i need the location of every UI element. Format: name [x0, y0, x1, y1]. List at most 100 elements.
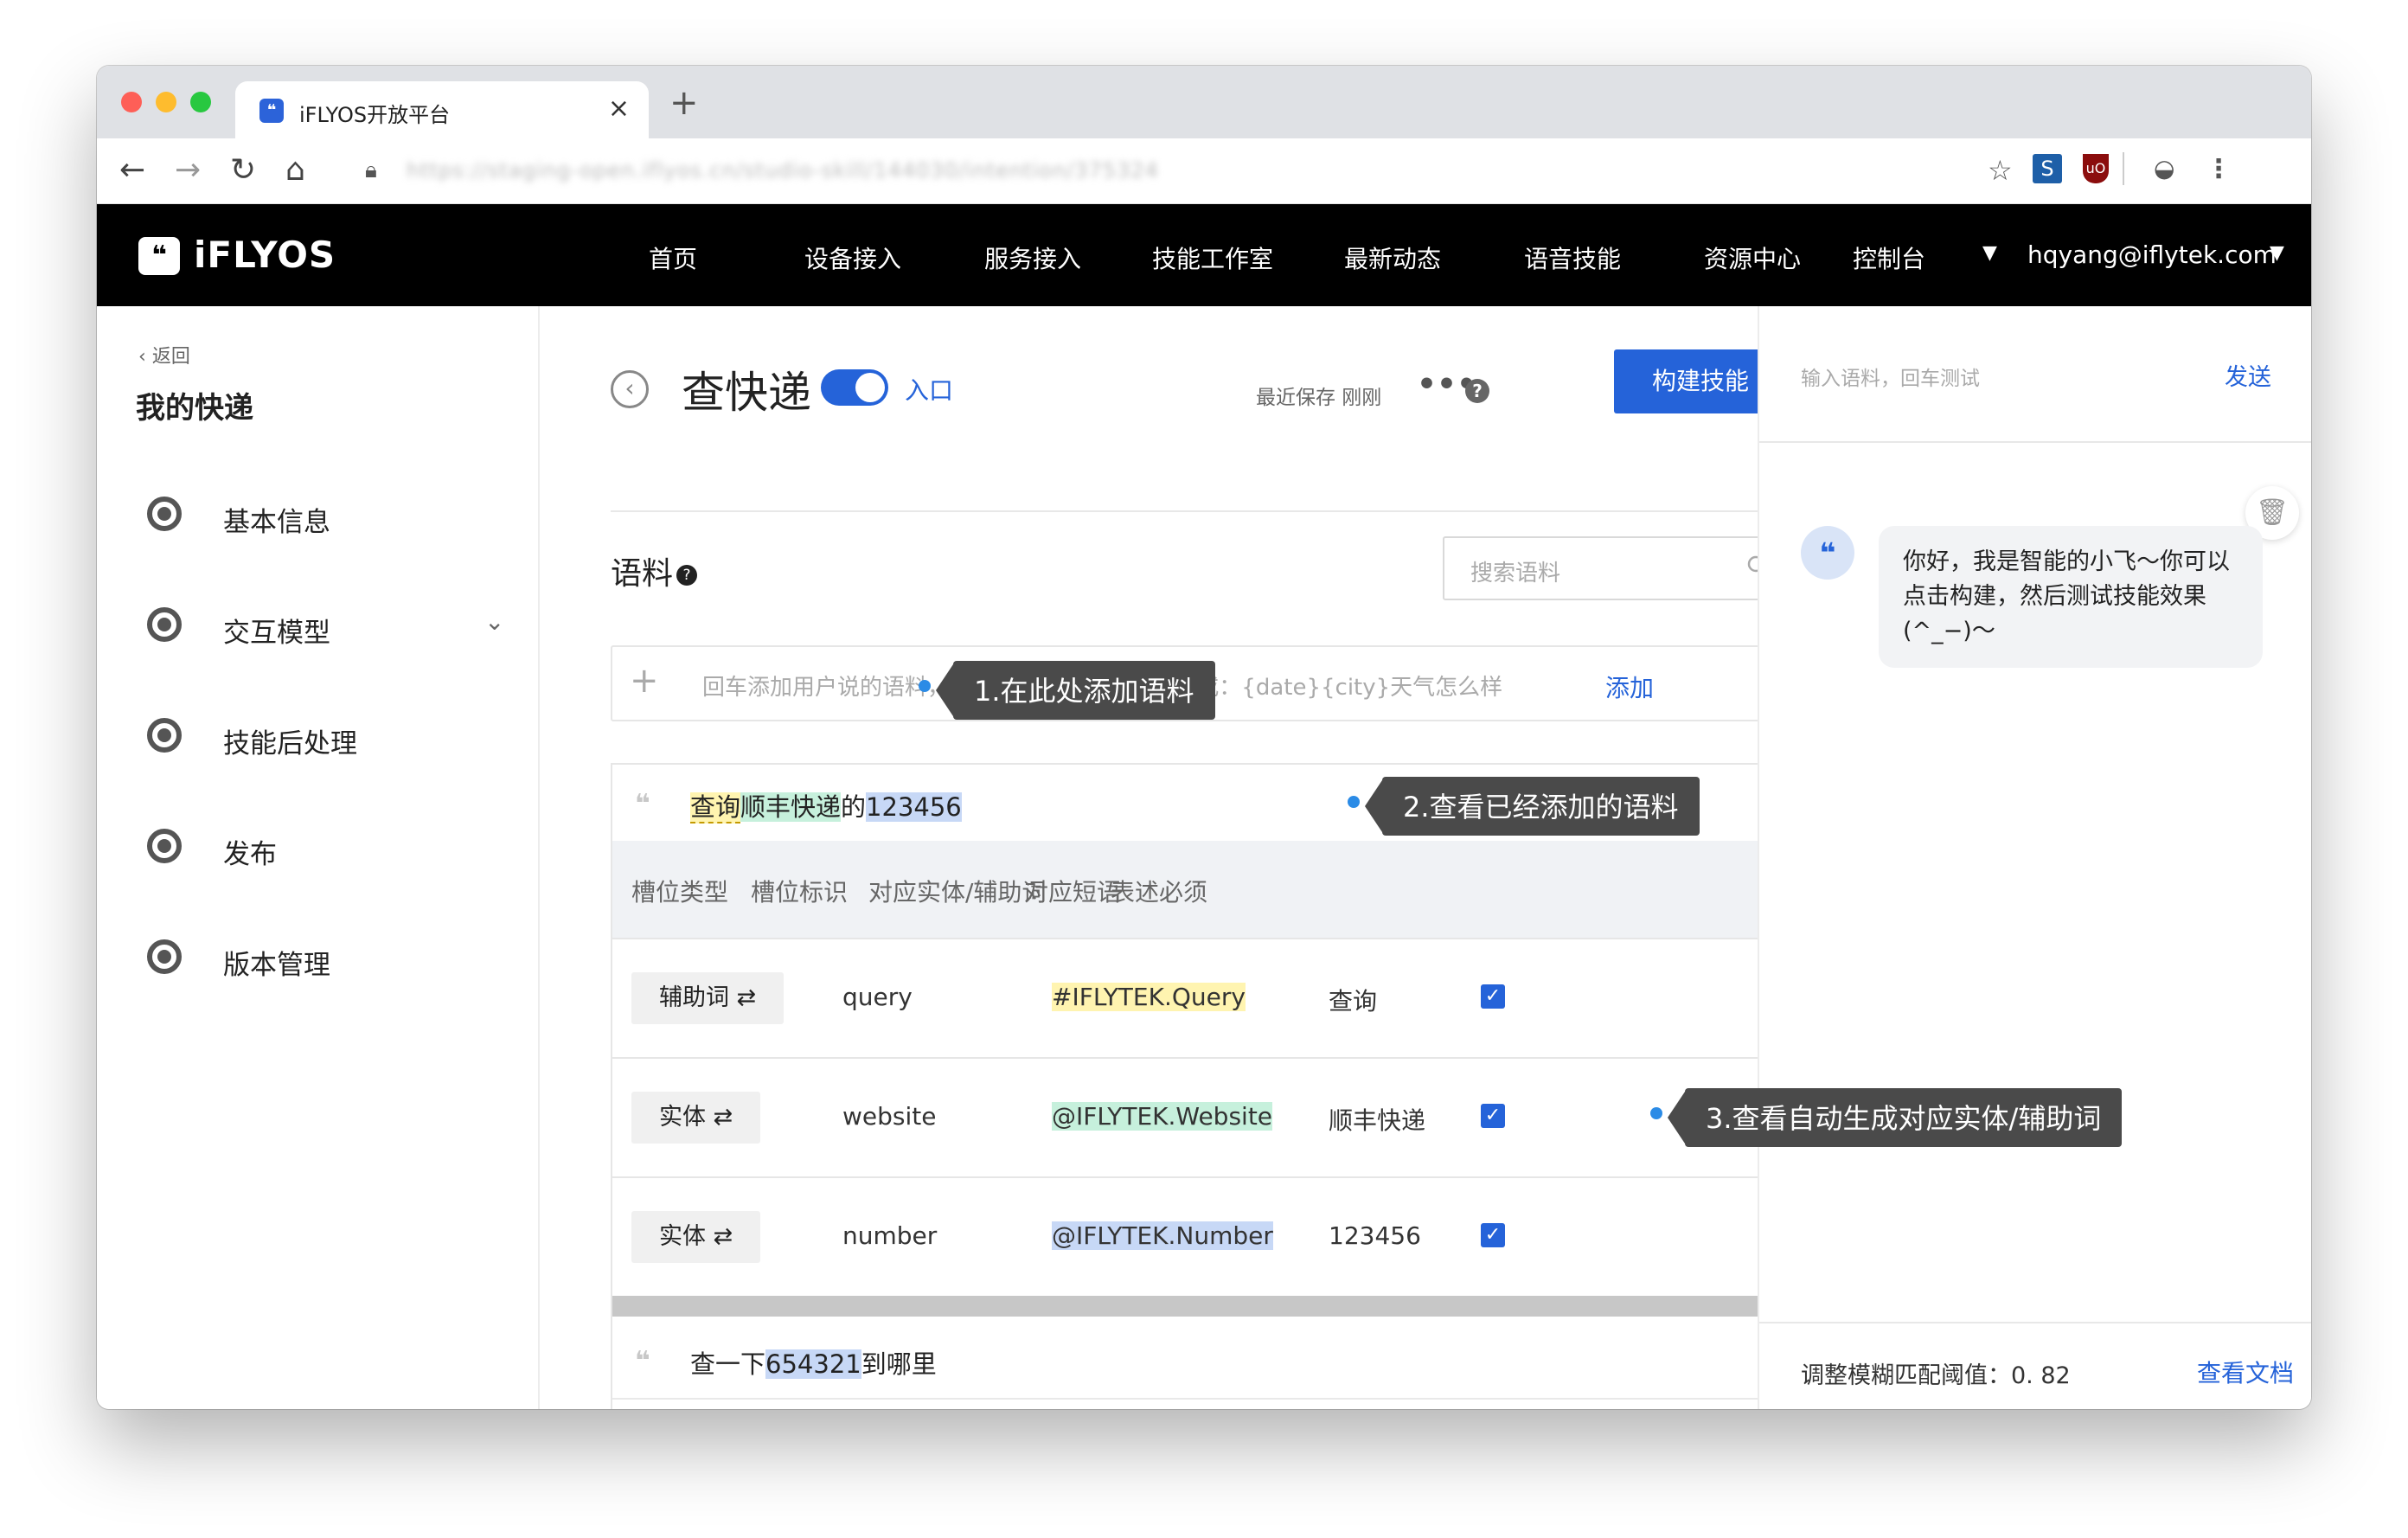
tab-title: iFLYOS开放平台: [299, 103, 451, 127]
back-link[interactable]: ‹ 返回: [138, 341, 190, 368]
slot-entity[interactable]: @IFLYTEK.Website: [1052, 1102, 1273, 1131]
maximize-window-button[interactable]: [190, 92, 211, 112]
minimize-window-button[interactable]: [156, 92, 176, 112]
utterance-row[interactable]: ❝ 查一下654321到哪里: [612, 1322, 1789, 1400]
fuzzy-divider: [1759, 1322, 2311, 1323]
nav-console[interactable]: 控制台: [1853, 240, 1925, 275]
horizontal-scrollbar[interactable]: [612, 1296, 1782, 1317]
question-icon[interactable]: ?: [676, 565, 698, 586]
browser-tab[interactable]: ❝ iFLYOS开放平台 ×: [235, 81, 649, 138]
slot-type-label: 实体: [659, 1223, 706, 1250]
browser-window: ❝ iFLYOS开放平台 × + ← → ↻ ⌂ 🔒︎ https://stag…: [97, 66, 2311, 1409]
test-input[interactable]: 输入语料，回车测试: [1801, 362, 1980, 391]
callout-auto-entities: 3.查看自动生成对应实体/辅助词: [1685, 1088, 2123, 1147]
required-checkbox[interactable]: ✓: [1481, 984, 1505, 1009]
nav-voice-skills[interactable]: 语音技能: [1524, 240, 1621, 275]
main-content: ‹ 查快递 入口 最近保存 刚刚 ••• ? 构建技能 语料? 搜索语料 + 回…: [541, 306, 1851, 1409]
search-placeholder: 搜索语料: [1470, 561, 1561, 586]
slot-id: number: [842, 1221, 938, 1250]
hl-website: 顺丰快递: [740, 792, 842, 822]
extension-s-icon[interactable]: S: [2033, 154, 2062, 183]
gear-icon: [147, 497, 182, 531]
user-caret-icon[interactable]: ▼: [2270, 242, 2284, 264]
sidebar-item-label: 发布: [223, 839, 277, 870]
sidebar-item-publish[interactable]: 发布: [97, 813, 540, 891]
view-docs-link[interactable]: 查看文档: [2197, 1355, 2294, 1389]
nav-news[interactable]: 最新动态: [1344, 240, 1441, 275]
nav-resources[interactable]: 资源中心: [1704, 240, 1801, 275]
quote-icon: ❝: [635, 1346, 650, 1376]
required-checkbox[interactable]: ✓: [1481, 1223, 1505, 1247]
nav-service-access[interactable]: 服务接入: [984, 240, 1081, 275]
console-caret-icon[interactable]: ▼: [1982, 242, 1997, 264]
sidebar-item-post-processing[interactable]: 技能后处理: [97, 702, 540, 780]
tab-close-icon[interactable]: ×: [608, 93, 630, 124]
site-header: ❝ iFLYOS 首页 设备接入 服务接入 技能工作室 最新动态 语音技能 资源…: [97, 204, 2311, 306]
slot-row: 辅助词 ⇄ query #IFLYTEK.Query 查询 ✓: [612, 938, 1787, 1057]
new-tab-button[interactable]: +: [669, 83, 699, 123]
nav-skill-studio[interactable]: 技能工作室: [1152, 240, 1273, 275]
skill-title: 查快递: [682, 368, 811, 418]
logo-text[interactable]: iFLYOS: [194, 234, 336, 276]
back-label: 返回: [151, 346, 190, 368]
section-title: 语料?: [611, 548, 698, 593]
menu-kebab-icon[interactable]: ⋮: [2206, 154, 2232, 184]
sidebar-item-label: 版本管理: [223, 950, 330, 981]
sidebar-item-label: 技能后处理: [223, 728, 357, 759]
ublock-shield-icon[interactable]: uO: [2083, 154, 2109, 183]
user-account[interactable]: hqyang@iflytek.com: [2027, 240, 2277, 269]
header-divider: [611, 510, 1787, 512]
slot-row: 实体 ⇄ number @IFLYTEK.Number 123456 ✓: [612, 1176, 1787, 1296]
utterance-row[interactable]: ❝ 我要查询ems: [612, 1400, 1789, 1409]
nav-device-access[interactable]: 设备接入: [804, 240, 901, 275]
home-icon[interactable]: ⌂: [285, 152, 305, 188]
save-status: 最近保存 刚刚: [1256, 387, 1382, 409]
slot-entity[interactable]: @IFLYTEK.Number: [1052, 1221, 1273, 1250]
swap-icon: ⇄: [736, 984, 757, 1011]
section-title-text: 语料: [611, 556, 674, 592]
th-slot-id: 槽位标识: [751, 878, 849, 907]
sidebar-item-basic-info[interactable]: 基本信息: [97, 481, 540, 559]
hl-number: 123456: [866, 792, 962, 822]
sidebar-item-label: 基本信息: [223, 507, 330, 538]
chevron-left-icon: ‹: [138, 346, 146, 368]
back-circle-icon[interactable]: ‹: [611, 370, 649, 408]
fuzzy-threshold[interactable]: 调整模糊匹配阈值：0. 82: [1801, 1356, 2071, 1390]
th-phrase: 对应短语: [1024, 878, 1122, 907]
slot-type-button[interactable]: 辅助词 ⇄: [631, 972, 785, 1024]
entry-label[interactable]: 入口: [905, 372, 953, 407]
gear-icon: [147, 829, 182, 863]
quote-icon: ❝: [635, 789, 650, 819]
close-window-button[interactable]: [121, 92, 142, 112]
incognito-icon[interactable]: ◒: [2154, 154, 2174, 183]
address-bar[interactable]: 🔒︎ https://staging-open.iflyos.cn/studio…: [348, 147, 2095, 195]
send-button[interactable]: 发送: [2225, 358, 2271, 392]
callout-view-utterances: 2.查看已经添加的语料: [1382, 777, 1700, 836]
logo-icon[interactable]: ❝: [138, 237, 180, 275]
bookmark-star-icon[interactable]: ☆: [1988, 154, 2013, 187]
slot-type-button[interactable]: 实体 ⇄: [631, 1211, 761, 1263]
slot-type-label: 辅助词: [659, 984, 729, 1011]
reload-icon[interactable]: ↻: [230, 152, 256, 188]
callout-dot-1: [919, 680, 931, 692]
sidebar: ‹ 返回 我的快递 基本信息 交互模型 ⌄ 技能后处理 发布 版本管理: [97, 306, 540, 1409]
th-slot-type: 槽位类型: [631, 878, 729, 907]
search-input[interactable]: 搜索语料: [1443, 536, 1787, 600]
sidebar-item-version[interactable]: 版本管理: [97, 924, 540, 1002]
add-button[interactable]: 添加: [1605, 670, 1654, 704]
lock-icon: 🔒︎: [365, 157, 377, 183]
nav-home[interactable]: 首页: [649, 240, 697, 275]
utterance-text[interactable]: 查询顺丰快递的123456: [690, 787, 962, 823]
slot-entity[interactable]: #IFLYTEK.Query: [1052, 983, 1246, 1011]
slot-type-label: 实体: [659, 1104, 706, 1131]
entry-toggle[interactable]: [821, 369, 888, 406]
slot-type-button[interactable]: 实体 ⇄: [631, 1092, 761, 1144]
forward-arrow-icon[interactable]: →: [175, 152, 201, 188]
browser-toolbar: ← → ↻ ⌂ 🔒︎ https://staging-open.iflyos.c…: [97, 138, 2311, 204]
callout-dot-3: [1650, 1107, 1662, 1119]
utterance-text[interactable]: 查一下654321到哪里: [690, 1344, 937, 1381]
back-arrow-icon[interactable]: ←: [119, 152, 145, 188]
sidebar-item-interaction-model[interactable]: 交互模型 ⌄: [97, 592, 540, 670]
required-checkbox[interactable]: ✓: [1481, 1104, 1505, 1128]
help-icon[interactable]: ?: [1465, 379, 1489, 403]
